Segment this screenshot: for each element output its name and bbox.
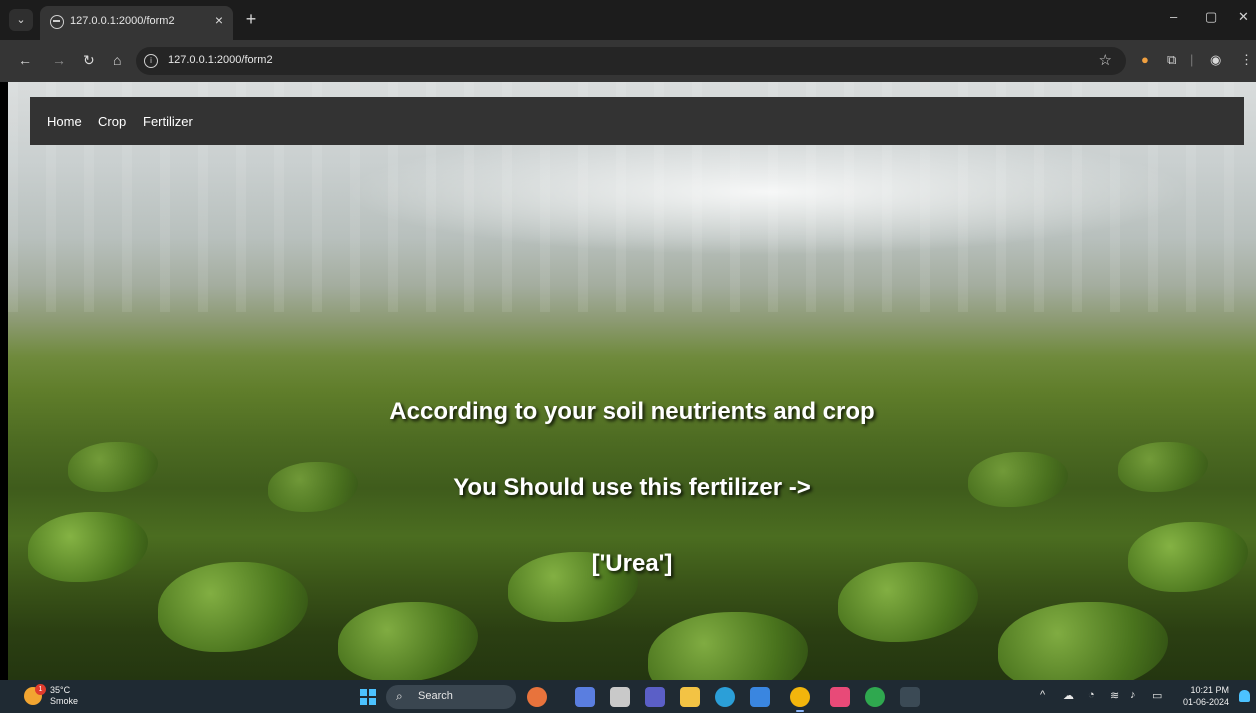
nav-link-crop[interactable]: Crop	[98, 114, 126, 129]
extensions-puzzle-icon[interactable]: ⧉	[1167, 52, 1176, 68]
home-icon[interactable]: ⌂	[113, 52, 121, 68]
weather-widget[interactable]: 35°C Smoke	[50, 685, 78, 707]
taskbar-app-icon[interactable]	[830, 687, 850, 707]
url-text: 127.0.0.1:2000/form2	[168, 54, 273, 66]
result-heading-line2: You Should use this fertilizer ->	[453, 474, 811, 501]
tray-app-icon[interactable]: ◔	[1088, 689, 1095, 701]
taskbar-app-icon[interactable]	[575, 687, 595, 707]
chrome-icon[interactable]	[790, 687, 810, 712]
new-tab-button[interactable]: +	[241, 9, 261, 29]
weather-badge: 1	[35, 684, 46, 695]
volume-icon[interactable]: ♪	[1130, 689, 1136, 701]
menu-kebab-icon[interactable]: ⋮	[1240, 52, 1253, 68]
toolbar-divider: |	[1190, 52, 1194, 67]
result-heading-line1: According to your soil neutrients and cr…	[389, 398, 875, 425]
whatsapp-icon[interactable]	[865, 687, 885, 707]
clock-date: 01-06-2024	[1183, 697, 1230, 707]
taskbar-search[interactable]: ⌕ Search	[386, 685, 516, 709]
tab-active[interactable]: 127.0.0.1:2000/form2 ×	[40, 6, 233, 40]
site-navbar: Home Crop Fertilizer	[30, 97, 1244, 145]
tray-chevron-up-icon[interactable]: ^	[1040, 689, 1045, 701]
nav-link-home[interactable]: Home	[47, 114, 82, 129]
site-info-icon[interactable]: i	[144, 54, 158, 68]
weather-temp: 35°C	[50, 685, 71, 695]
fertilizer-result: ['Urea']	[591, 550, 673, 577]
tab-strip: ⌄ 127.0.0.1:2000/form2 × + – ▢ ✕	[0, 0, 1256, 40]
tab-title: 127.0.0.1:2000/form2	[70, 15, 175, 27]
browser-window: ⌄ 127.0.0.1:2000/form2 × + – ▢ ✕ ← → ↻ ⌂…	[0, 0, 1256, 713]
minimize-icon[interactable]: –	[1170, 9, 1177, 24]
page-viewport: Home Crop Fertilizer According to your s…	[8, 82, 1256, 680]
terminal-icon[interactable]	[900, 687, 920, 707]
file-explorer-icon[interactable]	[680, 687, 700, 707]
start-windows-icon[interactable]	[360, 689, 376, 705]
restore-icon[interactable]: ▢	[1205, 9, 1217, 25]
search-label: Search	[418, 690, 453, 702]
close-window-icon[interactable]: ✕	[1238, 9, 1249, 25]
system-clock[interactable]: 10:21 PM 01-06-2024	[1183, 684, 1229, 708]
forward-icon[interactable]: →	[52, 52, 66, 68]
edge-browser-icon[interactable]	[715, 687, 735, 707]
background-leaf	[338, 602, 478, 680]
extension-icon[interactable]: ●	[1141, 52, 1149, 67]
task-view-icon[interactable]	[610, 687, 630, 707]
weather-desc: Smoke	[50, 696, 79, 706]
onedrive-cloud-icon[interactable]: ☁	[1063, 689, 1074, 702]
taskbar-app-icon[interactable]	[527, 687, 547, 707]
wifi-icon[interactable]: ≋	[1110, 689, 1119, 702]
back-icon[interactable]: ←	[18, 52, 32, 68]
search-icon: ⌕	[396, 689, 403, 703]
browser-toolbar: ← → ↻ ⌂ i 127.0.0.1:2000/form2 ☆ ● ⧉ | ◉…	[0, 40, 1256, 82]
battery-icon[interactable]: ▭	[1152, 689, 1162, 702]
clock-time: 10:21 PM	[1190, 685, 1230, 695]
notification-bell-icon[interactable]	[1239, 690, 1250, 702]
background-leaf	[648, 612, 808, 680]
store-icon[interactable]	[750, 687, 770, 707]
reload-icon[interactable]: ↻	[83, 52, 95, 69]
bookmark-star-icon[interactable]: ☆	[1099, 51, 1112, 69]
address-bar[interactable]: i 127.0.0.1:2000/form2 ☆	[136, 47, 1126, 75]
background-leaf	[998, 602, 1168, 680]
globe-icon	[50, 15, 64, 29]
windows-taskbar: 1 35°C Smoke ⌕ Search ^ ☁ ◔ ≋ ♪ ▭ 10:21 …	[0, 680, 1256, 713]
nav-link-fertilizer[interactable]: Fertilizer	[143, 114, 193, 129]
close-tab-icon[interactable]: ×	[215, 12, 223, 28]
teams-icon[interactable]	[645, 687, 665, 707]
profile-avatar-icon[interactable]: ◉	[1210, 52, 1221, 68]
tab-search-menu-icon[interactable]: ⌄	[9, 9, 33, 31]
